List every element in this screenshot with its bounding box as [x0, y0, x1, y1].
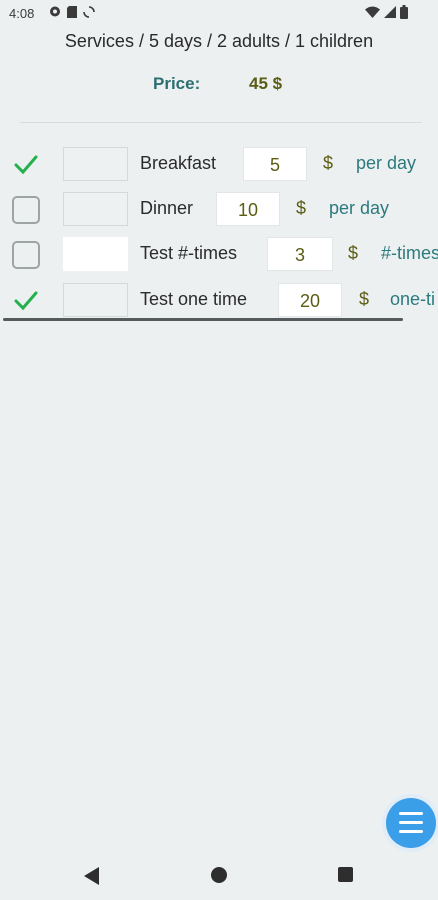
- service-checkbox-test-times[interactable]: [12, 241, 40, 269]
- price-label: Price:: [153, 74, 201, 93]
- service-image-slot[interactable]: [63, 147, 128, 181]
- service-unit: per day: [356, 153, 417, 173]
- home-icon[interactable]: [211, 867, 227, 883]
- service-amount-input[interactable]: 5: [243, 147, 307, 181]
- service-image-slot[interactable]: [63, 283, 128, 317]
- wifi-icon: [365, 6, 380, 21]
- service-checkbox-test-one-time[interactable]: [12, 287, 40, 315]
- check-icon: [14, 291, 38, 311]
- services-screen: 4:08 Services / 5 days / 2 adults / 1 ch…: [0, 0, 438, 900]
- status-icons-right: [365, 5, 408, 22]
- service-amount-input[interactable]: 3: [267, 237, 333, 271]
- status-bar: 4:08: [0, 0, 438, 28]
- sd-card-icon: [67, 6, 77, 21]
- service-unit: per day: [329, 198, 390, 218]
- service-name: Test #-times: [140, 243, 238, 263]
- list-scroll-indicator: [3, 318, 403, 321]
- price-value: 45 $: [249, 74, 283, 93]
- currency-symbol: $: [359, 289, 370, 309]
- battery-icon: [400, 5, 408, 22]
- status-time: 4:08: [9, 6, 35, 21]
- status-icons-left: [49, 6, 95, 21]
- service-image-slot[interactable]: [63, 237, 128, 271]
- check-icon: [14, 155, 38, 175]
- currency-symbol: $: [296, 198, 307, 218]
- menu-icon: [399, 812, 423, 839]
- service-name: Test one time: [140, 289, 248, 309]
- service-unit: #-times: [381, 243, 438, 263]
- cell-signal-icon: [384, 6, 396, 21]
- notification-chat-icon: [49, 6, 61, 21]
- service-checkbox-dinner[interactable]: [12, 196, 40, 224]
- service-amount-input[interactable]: 10: [216, 192, 280, 226]
- header-divider: [20, 122, 422, 123]
- recents-icon[interactable]: [338, 867, 353, 882]
- service-row-test-one-time: Test one time 20 $ one-ti: [0, 281, 438, 321]
- service-amount-input[interactable]: 20: [278, 283, 342, 317]
- sync-icon: [83, 6, 95, 21]
- currency-symbol: $: [348, 243, 359, 263]
- service-image-slot[interactable]: [63, 192, 128, 226]
- page-title: Services / 5 days / 2 adults / 1 childre…: [64, 31, 374, 51]
- service-checkbox-breakfast[interactable]: [12, 151, 40, 179]
- system-nav-bar: [0, 850, 438, 900]
- service-unit: one-ti: [390, 289, 436, 309]
- back-icon[interactable]: [84, 867, 100, 890]
- service-name: Dinner: [140, 198, 194, 218]
- currency-symbol: $: [323, 153, 334, 173]
- service-row-breakfast: Breakfast 5 $ per day: [0, 145, 438, 185]
- service-row-dinner: Dinner 10 $ per day: [0, 190, 438, 230]
- service-name: Breakfast: [140, 153, 217, 173]
- menu-fab-button[interactable]: [386, 798, 436, 848]
- service-row-test-times: Test #-times 3 $ #-times: [0, 235, 438, 275]
